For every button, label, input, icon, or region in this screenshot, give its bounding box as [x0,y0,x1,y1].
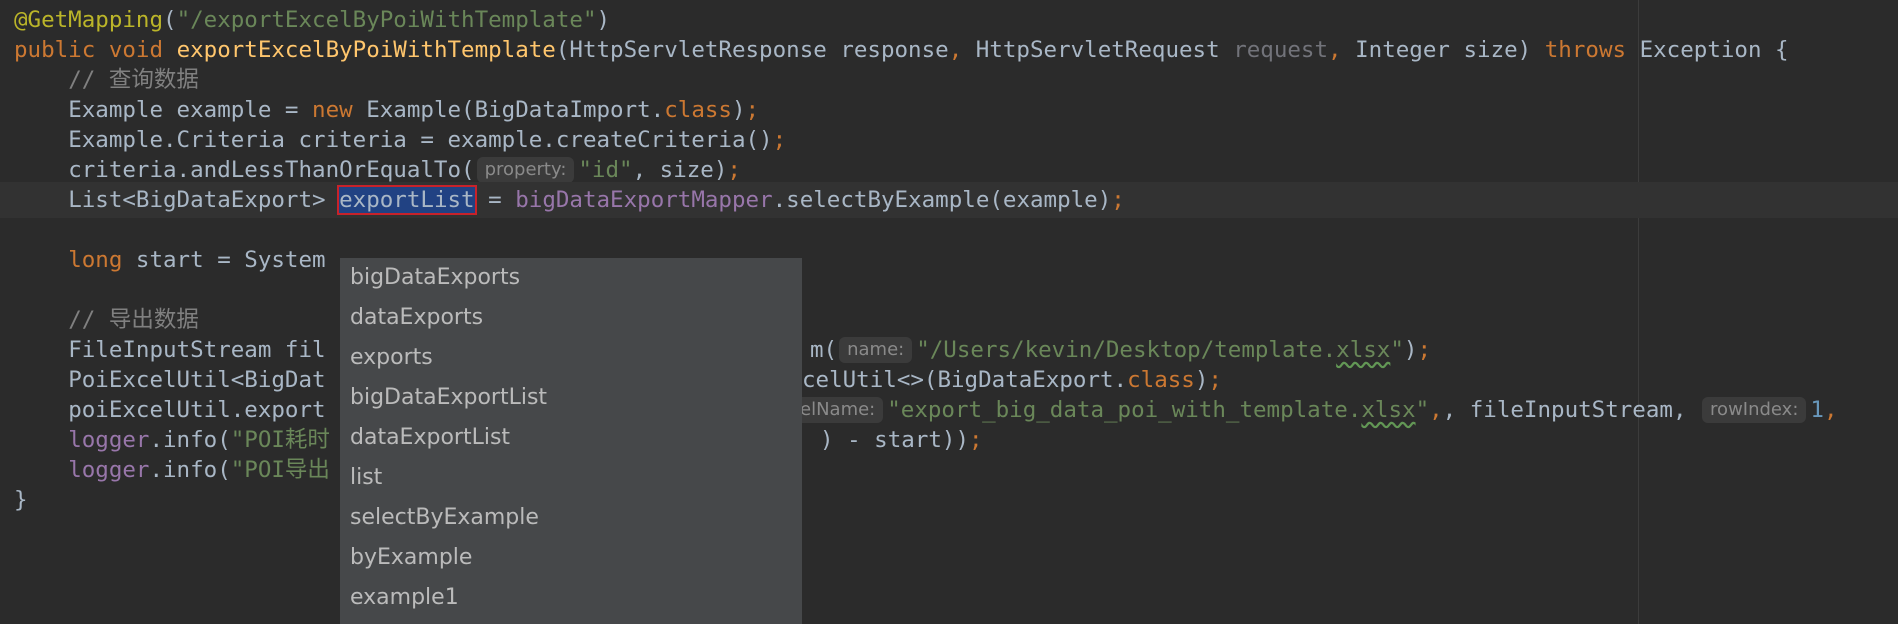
field-reference: bigDataExportMapper [515,187,773,213]
parameter-hint: name: [839,337,913,363]
comma: , [1823,397,1838,423]
code-text: ) [731,97,746,123]
code-text: Integer size) [1341,37,1545,63]
string-literal-typo: xlsx [1336,337,1391,363]
code-text: HttpServletRequest [962,37,1234,63]
code-text: ) [1403,337,1418,363]
code-text: , fileInputStream, [1442,397,1701,423]
code-text: poiExcelUtil.export [68,397,326,423]
semicolon: ; [969,427,983,453]
suggestion-item[interactable]: bigDataExportList [340,378,802,418]
keyword: class [1127,367,1195,393]
keyword: throws [1544,37,1627,63]
field-reference: logger [68,427,150,453]
comment: // 查询数据 [68,67,199,93]
string-literal: "POI耗时 [230,427,330,453]
code-text: , size) [632,157,728,183]
code-line-9[interactable]: long start = System [0,242,1898,278]
suggestion-item[interactable]: dataExports [340,298,802,338]
keyword: class [664,97,732,123]
code-text: .info( [149,457,231,483]
paren: ) [596,7,611,33]
suggestion-item[interactable]: byExample [340,538,802,578]
code-text: ) [1194,367,1209,393]
comma: , [948,37,963,63]
code-line-17[interactable]: } [0,482,1898,518]
string-literal: "POI导出 [230,457,330,483]
code-text: ) - start)) [820,427,970,453]
semicolon: ; [745,97,760,123]
code-text: Example example = [68,97,313,123]
semicolon: ; [727,157,741,183]
comma: , [1328,37,1342,63]
suggestion-item[interactable]: dataExportList [340,418,802,458]
semicolon: ; [1208,367,1222,393]
suggestion-item[interactable]: list [340,458,802,498]
rename-suggestions-popup[interactable]: bigDataExports dataExports exports bigDa… [340,258,802,624]
code-text: .info( [149,427,231,453]
string-literal: " [1415,397,1430,423]
suggestion-item[interactable]: exports [340,338,802,378]
rename-variable-selection[interactable]: exportList [337,185,477,215]
field-reference: logger [68,457,150,483]
string-literal: "id" [578,157,633,183]
code-text: Exception { [1626,37,1789,63]
code-text: criteria.andLessThanOrEqualTo( [68,157,475,183]
suggestion-item[interactable]: example1 [340,578,802,618]
string-literal: "/Users/kevin/Desktop/template. [916,337,1337,363]
annotation: @GetMapping [14,7,164,33]
suggestion-item[interactable]: selectByExample [340,498,802,538]
comment: // 导出数据 [68,307,199,333]
keyword: new [312,97,353,123]
string-literal-typo: xlsx [1361,397,1416,423]
code-editor[interactable]: @GetMapping("/exportExcelByPoiWithTempla… [0,0,1898,624]
code-text: .selectByExample(example) [772,187,1112,213]
code-line-7-current[interactable]: List<BigDataExport> exportList = bigData… [0,182,1898,218]
number-literal: 1 [1810,397,1824,423]
comma: , [1429,397,1443,423]
code-text: (HttpServletResponse response [555,37,949,63]
string-literal: " [1390,337,1404,363]
closing-brace: } [14,487,28,513]
code-text: = [474,187,516,213]
keyword: long [68,247,123,273]
parameter-hint: rowIndex: [1702,397,1807,423]
code-text: start = System [122,247,326,273]
unused-parameter: request [1233,37,1329,63]
code-text: List<BigDataExport> [68,187,340,213]
parameter-hint: property: [476,157,575,183]
string-literal: "export_big_data_poi_with_template. [887,397,1362,423]
paren: ( [163,7,177,33]
semicolon: ; [1417,337,1431,363]
code-text: FileInputStream fil [68,337,326,363]
code-text: celUtil<>(BigDataExport. [802,367,1128,393]
method-name: exportExcelByPoiWithTemplate [176,37,556,63]
code-text: Example(BigDataImport. [352,97,665,123]
code-text: PoiExcelUtil<BigDat [68,367,326,393]
semicolon: ; [1111,187,1125,213]
string-literal: "/exportExcelByPoiWithTemplate" [176,7,597,33]
code-text: m( [810,337,838,363]
code-text: Example.Criteria criteria = example.crea… [68,127,773,153]
suggestion-item[interactable]: bigDataExports [340,258,802,298]
keyword: public [14,37,96,63]
keyword: void [108,37,164,63]
semicolon: ; [772,127,787,153]
parameter-hint: elName: [792,397,884,423]
